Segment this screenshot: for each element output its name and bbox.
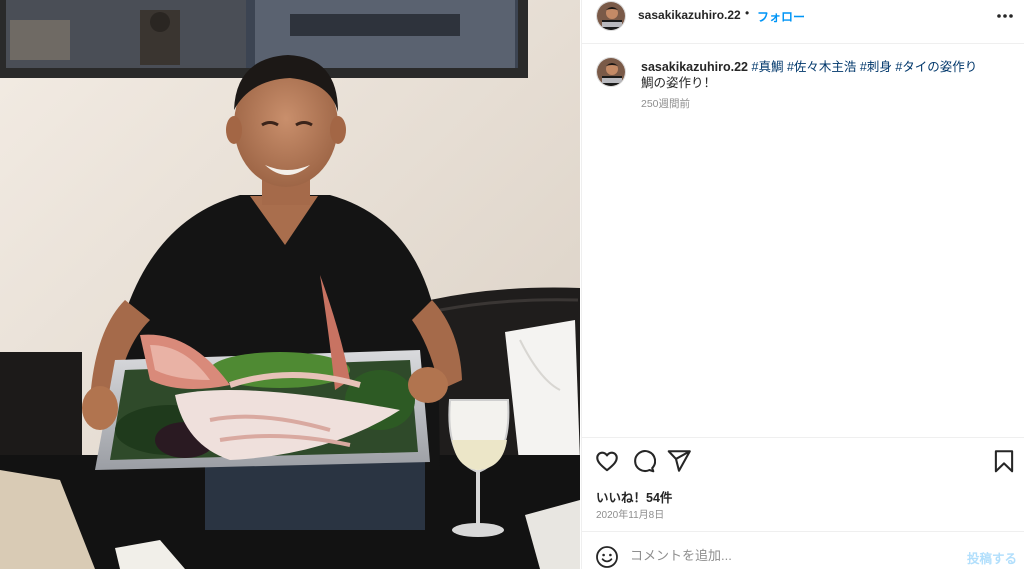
likes-count[interactable]: いいね！54件 — [596, 487, 672, 506]
avatar-image — [597, 2, 625, 30]
post-date: 2020年11月8日 — [596, 510, 665, 521]
avatar[interactable] — [596, 1, 626, 31]
post-photo[interactable] — [0, 0, 580, 569]
post-sidebar: sasakikazuhiro.22 • フォロー sasakikazuhiro.… — [581, 0, 1024, 569]
more-horizontal-icon[interactable] — [995, 6, 1015, 26]
caption-text: sasakikazuhiro.22 #真鯛 #佐々木主浩 #刺身 #タイの姿作り… — [641, 59, 1011, 91]
actions-divider — [582, 437, 1024, 438]
comment-form: 投稿する — [582, 531, 1024, 569]
comment-input[interactable] — [630, 543, 950, 567]
heart-icon[interactable] — [594, 448, 620, 474]
hashtag-link[interactable]: #真鯛 — [752, 60, 784, 74]
caption-section: sasakikazuhiro.22 #真鯛 #佐々木主浩 #刺身 #タイの姿作り… — [582, 44, 1024, 434]
caption-body: 鯛の姿作り！ — [641, 76, 717, 90]
caption-username[interactable]: sasakikazuhiro.22 — [641, 60, 748, 74]
post-photo-image — [0, 0, 580, 569]
paper-plane-icon[interactable] — [666, 448, 692, 474]
hashtag-link[interactable]: #タイの姿作り — [895, 60, 977, 74]
comment-icon[interactable] — [630, 448, 657, 474]
post-header: sasakikazuhiro.22 • フォロー — [582, 0, 1024, 33]
action-bar — [582, 448, 1024, 476]
avatar-image — [597, 58, 625, 86]
hashtag-link[interactable]: #佐々木主浩 — [787, 60, 856, 74]
post-comment-button[interactable]: 投稿する — [967, 548, 1017, 567]
smiley-icon[interactable] — [595, 545, 619, 569]
follow-button[interactable]: フォロー — [757, 8, 805, 25]
caption-avatar[interactable] — [596, 57, 626, 87]
separator-dot: • — [745, 6, 750, 20]
bookmark-icon[interactable] — [991, 448, 1017, 474]
caption-timestamp[interactable]: 250週間前 — [641, 96, 690, 111]
post-username[interactable]: sasakikazuhiro.22 — [638, 8, 741, 22]
hashtag-link[interactable]: #刺身 — [860, 60, 892, 74]
